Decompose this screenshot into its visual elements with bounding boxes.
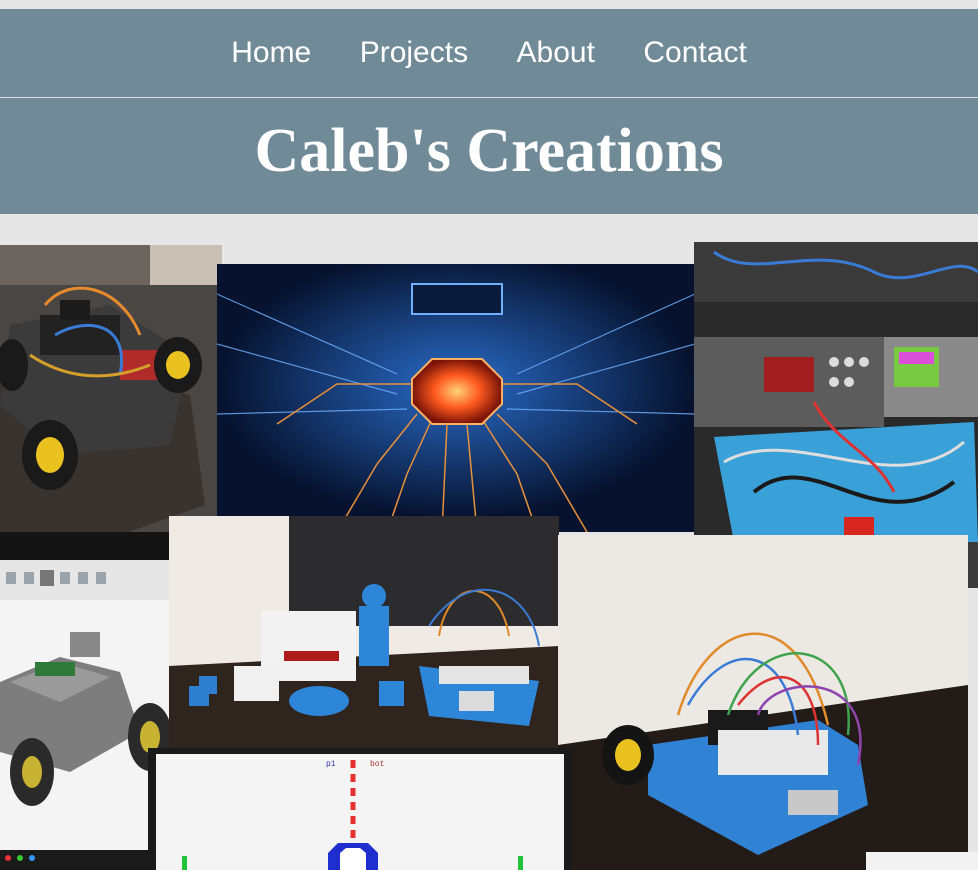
player-score-label: p1 (326, 760, 336, 769)
site-header: Caleb's Creations (0, 98, 978, 214)
circuit-board-image (217, 264, 695, 532)
nav-links: Home Projects About Contact (0, 36, 978, 70)
photo-corner (866, 852, 978, 870)
cad-robot-model-screenshot (0, 532, 172, 870)
blue-robot-car-photo (558, 535, 968, 870)
bot-score-label: bot (370, 760, 384, 769)
nav-link-projects[interactable]: Projects (360, 36, 468, 70)
nav-link-contact[interactable]: Contact (643, 36, 746, 70)
nav-link-home[interactable]: Home (231, 36, 311, 70)
robot-car-photo (0, 245, 222, 535)
pong-game-screenshot: p1 bot (148, 748, 572, 870)
nav-link-about[interactable]: About (517, 36, 595, 70)
3d-printed-figures-photo (169, 516, 559, 748)
top-strip (0, 0, 978, 9)
site-title: Caleb's Creations (254, 117, 724, 185)
nav-bar: Home Projects About Contact (0, 9, 978, 98)
